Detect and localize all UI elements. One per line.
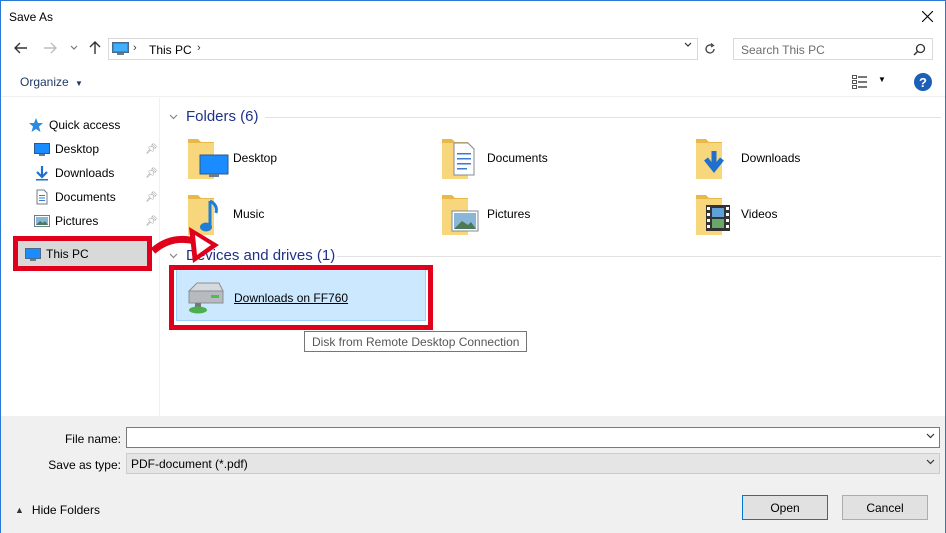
sidebar-item-label: Desktop	[55, 142, 100, 156]
command-bar: Organize ▼ ▼ ?	[1, 67, 945, 97]
sidebar-item-quick-access[interactable]: Quick access	[28, 114, 120, 136]
sidebar-item-documents[interactable]: Documents	[34, 186, 116, 208]
folder-documents[interactable]: Documents	[440, 135, 670, 187]
close-icon	[921, 10, 933, 22]
save-options-panel: File name: Save as type: PDF-document (*…	[1, 416, 945, 533]
folders-group-title: Folders (6)	[186, 108, 259, 125]
sidebar-item-label: Quick access	[49, 118, 121, 132]
desktop-icon	[34, 143, 50, 156]
title-bar: Save As	[1, 1, 945, 32]
window-title: Save As	[9, 10, 54, 24]
chevron-down-icon	[70, 45, 78, 50]
folder-label: Documents	[487, 151, 548, 165]
recent-locations-button[interactable]	[65, 39, 83, 57]
savetype-select[interactable]: PDF-document (*.pdf)	[126, 453, 940, 474]
help-button[interactable]: ?	[914, 73, 932, 91]
search-placeholder: Search This PC	[741, 43, 825, 57]
caret-down-icon: ▼	[75, 79, 83, 88]
chevron-down-icon	[169, 111, 178, 123]
hide-folders-toggle[interactable]: ▲ Hide Folders	[15, 503, 100, 517]
folders-group-header[interactable]: Folders (6)	[169, 108, 259, 125]
folder-downloads[interactable]: Downloads	[694, 135, 924, 187]
chevron-right-icon[interactable]: ›	[197, 42, 201, 54]
folder-desktop[interactable]: Desktop	[186, 135, 416, 187]
savetype-label: Save as type:	[48, 458, 121, 472]
forward-arrow-icon	[44, 42, 57, 54]
pin-icon: 📌︎	[145, 192, 158, 203]
filename-label: File name:	[64, 432, 121, 446]
chevron-down-icon	[684, 42, 692, 47]
organize-label: Organize	[20, 75, 69, 89]
help-icon: ?	[919, 74, 927, 90]
folder-label: Downloads	[741, 151, 801, 165]
folder-videos[interactable]: Videos	[694, 191, 924, 243]
group-divider	[337, 256, 941, 257]
star-icon	[29, 118, 43, 132]
up-arrow-icon	[89, 41, 101, 54]
refresh-button[interactable]	[699, 38, 721, 60]
caret-down-icon[interactable]: ▼	[878, 75, 886, 84]
breadcrumb-this-pc[interactable]: This PC	[149, 43, 192, 57]
pin-icon: 📌︎	[145, 168, 158, 179]
up-button[interactable]	[86, 39, 104, 57]
navigation-bar: › This PC › Search This PC	[1, 33, 945, 63]
desktop-folder-icon	[188, 139, 229, 179]
download-arrow-icon	[36, 166, 48, 181]
hide-folders-label: Hide Folders	[31, 503, 100, 517]
document-icon	[36, 189, 48, 205]
pictures-folder-icon	[442, 195, 479, 235]
save-as-dialog: Save As › This PC › Search This PC Organ…	[0, 0, 946, 533]
address-history-dropdown[interactable]	[684, 40, 692, 51]
sidebar-item-label: Pictures	[55, 214, 99, 228]
sidebar-item-label: Documents	[55, 190, 116, 204]
change-view-button[interactable]: ▼	[852, 74, 890, 90]
search-icon	[913, 43, 926, 56]
back-arrow-icon	[14, 42, 27, 54]
folder-label: Music	[233, 207, 265, 221]
sidebar-item-label: Downloads	[55, 166, 115, 180]
drive-tooltip: Disk from Remote Desktop Connection	[304, 331, 528, 352]
savetype-value: PDF-document (*.pdf)	[131, 457, 248, 471]
chevron-right-icon[interactable]: ›	[133, 42, 137, 54]
refresh-icon	[705, 43, 715, 54]
chevron-down-icon	[926, 457, 935, 468]
cancel-button[interactable]: Cancel	[842, 495, 928, 520]
close-button[interactable]	[915, 5, 939, 27]
sidebar-item-pictures[interactable]: Pictures	[34, 210, 98, 232]
details-view-icon	[852, 75, 867, 89]
annotation-box-drive	[169, 265, 433, 330]
back-button[interactable]	[12, 39, 30, 57]
videos-folder-icon	[696, 195, 730, 235]
forward-button[interactable]	[41, 39, 59, 57]
organize-menu[interactable]: Organize ▼	[20, 75, 83, 89]
open-button[interactable]: Open	[742, 495, 828, 520]
downloads-folder-icon	[696, 139, 724, 179]
address-bar[interactable]: › This PC ›	[108, 38, 698, 60]
file-list-pane: Folders (6) Desktop Documents Downloads …	[161, 98, 945, 416]
pin-icon: 📌︎	[145, 144, 158, 155]
folder-pictures[interactable]: Pictures	[440, 191, 670, 243]
filename-input[interactable]	[126, 427, 940, 448]
sidebar-item-desktop[interactable]: Desktop	[34, 138, 99, 160]
folder-label: Videos	[741, 207, 778, 221]
folder-label: Pictures	[487, 207, 531, 221]
group-divider	[265, 117, 941, 118]
annotation-arrow-icon	[150, 227, 219, 263]
sidebar-item-downloads[interactable]: Downloads	[34, 162, 114, 184]
computer-icon	[112, 42, 129, 55]
search-input[interactable]: Search This PC	[733, 38, 933, 60]
annotation-box-this-pc	[13, 236, 152, 271]
caret-up-icon: ▲	[15, 505, 24, 515]
folder-label: Desktop	[233, 151, 278, 165]
chevron-down-icon[interactable]	[926, 431, 935, 442]
pictures-icon	[34, 215, 50, 227]
documents-folder-icon	[442, 139, 475, 179]
